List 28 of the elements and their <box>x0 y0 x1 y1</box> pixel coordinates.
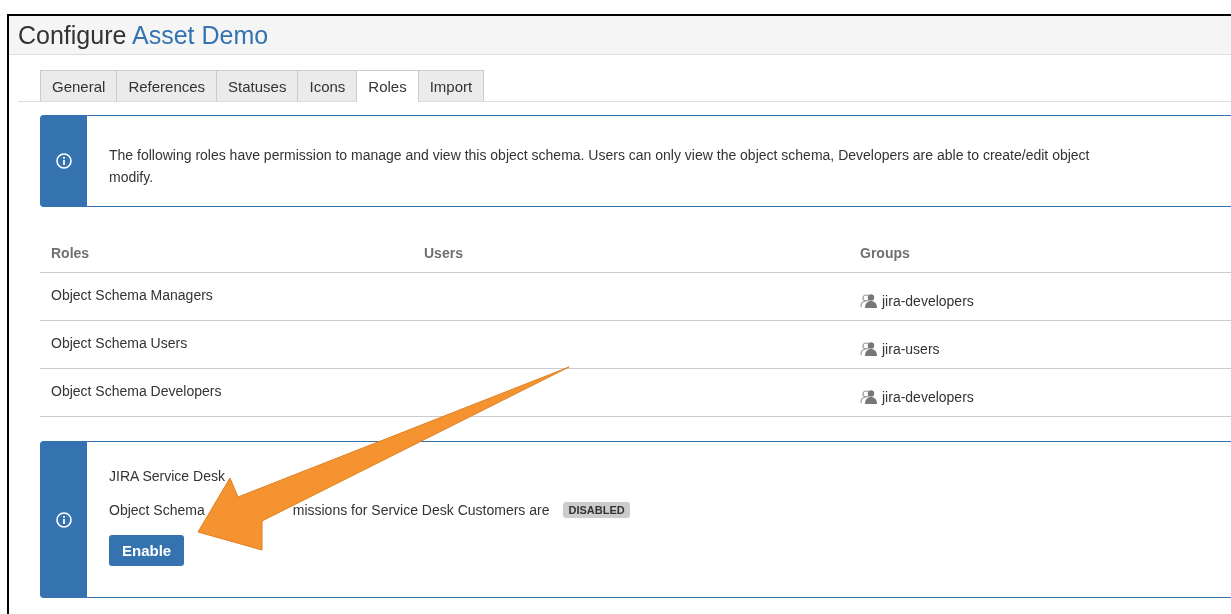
tab[interactable]: Import <box>417 70 485 101</box>
column-header: Roles <box>51 245 90 261</box>
role-name: Object Schema Users <box>51 335 188 351</box>
permission-text: Object Schema <box>109 502 205 518</box>
column-header: Groups <box>860 245 910 261</box>
info-icon <box>56 511 72 528</box>
group-name: jira-developers <box>882 293 974 309</box>
tab[interactable]: References <box>116 70 218 101</box>
tab[interactable]: General <box>40 70 118 101</box>
enable-button[interactable]: Enable <box>109 535 185 566</box>
group-icon <box>860 293 878 309</box>
group-name: jira-developers <box>882 389 974 405</box>
tab[interactable]: Statuses <box>216 70 299 101</box>
status-lozenge: DISABLED <box>563 502 630 518</box>
role-name: Object Schema Managers <box>51 287 213 303</box>
permission-text: missions for Service Desk Customers are <box>292 502 550 518</box>
page-title: Configure Asset Demo <box>18 20 269 50</box>
service-desk-title: JIRA Service Desk <box>109 468 225 484</box>
tab[interactable]: Icons <box>297 70 358 101</box>
schema-link[interactable]: Asset Demo <box>131 20 269 49</box>
group-icon <box>860 341 878 357</box>
info-icon <box>56 153 72 169</box>
group-name: jira-users <box>882 341 940 357</box>
group-icon <box>860 389 878 405</box>
tab[interactable]: Roles <box>356 70 419 102</box>
role-name: Object Schema Developers <box>51 383 222 399</box>
info-text: The following roles have permission to manage and view this object schema. Users can only view the object schema, Developers are able to create/edit object modify. <box>108 146 1090 187</box>
column-header: Users <box>424 245 463 261</box>
